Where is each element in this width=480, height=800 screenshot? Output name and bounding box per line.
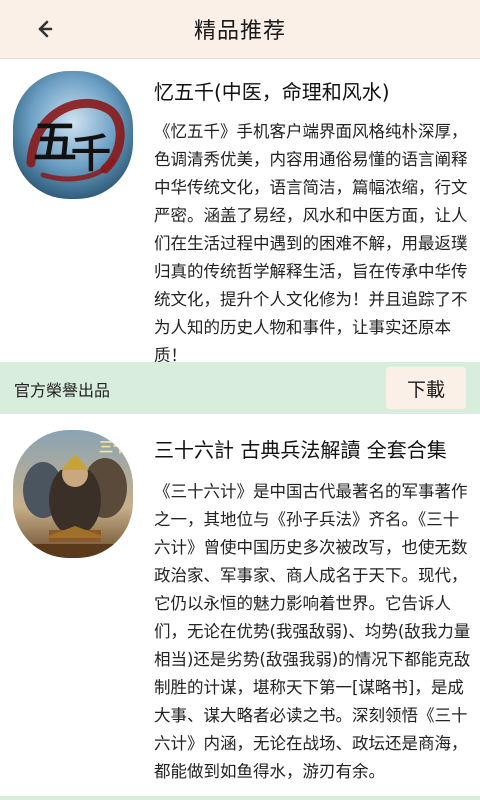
top-bar: 精品推荐 [0, 0, 480, 59]
app-title[interactable]: 忆五千(中医，命理和风水) [154, 76, 472, 105]
page-title: 精品推荐 [193, 19, 286, 44]
svg-text:千: 千 [71, 130, 111, 177]
next-action-bar [0, 796, 480, 800]
app-card: 五 千 忆五千(中医，命理和风水) 《忆五千》手机客户端界面风格纯朴深厚，色调清… [0, 58, 480, 365]
wu-qian-logo-icon[interactable]: 五 千 [13, 71, 133, 199]
app-action-bar: 官方榮譽出品 下載 [0, 362, 480, 414]
download-button[interactable]: 下載 [386, 367, 466, 409]
app-description: 《三十六计》是中国古代最著名的军事著作之一，其地位与《孙子兵法》齐名。《三十六计… [154, 482, 471, 781]
publisher-label: 官方榮譽出品 [14, 381, 111, 400]
app-card: 三十六 三十六計 古典兵法解讀 全套合集 《三十六计》是中国古代最著名的军事著作… [0, 414, 480, 796]
thirty-six-strategies-icon[interactable]: 三十六 [13, 430, 133, 558]
app-description: 《忆五千》手机客户端界面风格纯朴深厚，色调清秀优美，内容用通俗易懂的语言阐释中华… [154, 122, 468, 365]
app-title[interactable]: 三十六計 古典兵法解讀 全套合集 [154, 434, 472, 463]
back-arrow-icon[interactable] [30, 15, 58, 43]
svg-text:三十六: 三十六 [99, 439, 133, 456]
